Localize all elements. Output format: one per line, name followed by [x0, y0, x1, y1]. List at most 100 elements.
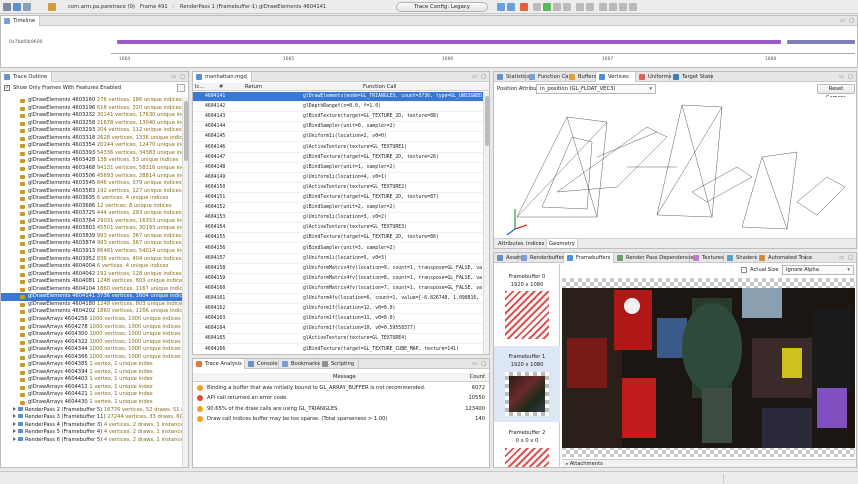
geometry-viewport[interactable] — [497, 97, 855, 237]
expand-icon[interactable] — [13, 436, 16, 441]
tab-buffers[interactable]: Buffers — [566, 72, 596, 82]
analysis-row[interactable]: Draw call indices buffer may be too spar… — [193, 414, 489, 424]
outline-draw-call[interactable]: glDrawElements 4603393 54336 vertices, 3… — [1, 150, 184, 158]
call-row[interactable]: 4604143 glBindTexture(target=GL_TEXTURE_2… — [193, 112, 485, 123]
expand-icon[interactable] — [13, 421, 16, 426]
minimize-icon[interactable]: ▭ — [472, 360, 477, 368]
call-row[interactable]: 4604157 glUniform1i(location=5, v0=3) — [193, 254, 485, 264]
timeline-frame-bar-next[interactable] — [787, 40, 855, 44]
call-row[interactable]: 4604149 glUniform1i(location=4, v0=1) — [193, 173, 485, 183]
minimize-icon[interactable]: ▭ — [839, 73, 844, 81]
tab-target-state[interactable]: Target State — [670, 72, 713, 82]
maximize-icon[interactable]: □ — [849, 17, 854, 25]
outline-draw-call[interactable]: glDrawArrays 4604278 1000 vertices, 1000… — [1, 324, 184, 332]
call-row[interactable]: 4604151 glBindTexture(target=GL_TEXTURE_2… — [193, 193, 485, 204]
tab-timeline[interactable]: Timeline — [1, 16, 41, 26]
maximize-icon[interactable]: □ — [481, 360, 486, 368]
minimize-icon[interactable]: ▭ — [472, 73, 477, 81]
call-row[interactable]: 4604160 glUniformMatrix4fv(location=7, co… — [193, 284, 485, 294]
outline-draw-call[interactable]: glDrawElements 4603428 138 vertices, 53 … — [1, 157, 184, 165]
expand-icon[interactable] — [13, 406, 16, 411]
alpha-select[interactable]: Ignore Alpha ▾ — [782, 265, 854, 275]
call-row[interactable]: 4604161 glUniform4fv(location=6, count=1,… — [193, 294, 485, 305]
outline-draw-call[interactable]: glDrawElements 4603803 45501 vertices, 3… — [1, 225, 184, 233]
outline-draw-call[interactable]: glDrawElements 4603545 846 vertices, 379… — [1, 180, 184, 188]
col-header-function[interactable]: Function Call — [363, 84, 396, 90]
tab-framebuffers[interactable]: Framebuffers — [564, 253, 614, 263]
col-header-count[interactable]: Count — [470, 374, 485, 380]
collapse-all-icon[interactable] — [177, 84, 185, 92]
minimize-icon[interactable]: ▭ — [840, 17, 845, 25]
call-row[interactable]: 4604147 glBindTexture(target=GL_TEXTURE_2… — [193, 153, 485, 163]
outline-draw-call[interactable]: glDrawElements 4603293 204 vertices, 112… — [1, 127, 184, 135]
split-icon[interactable] — [609, 3, 617, 11]
outline-draw-call[interactable]: glDrawArrays 4604366 1000 vertices, 1000… — [1, 354, 184, 362]
analysis-row[interactable]: Binding a buffer that was initially boun… — [193, 383, 489, 393]
next-icon[interactable] — [553, 3, 561, 11]
play-icon[interactable] — [543, 3, 551, 11]
tab-shaders[interactable]: Shaders — [724, 253, 757, 263]
tab-indices[interactable]: Indices — [524, 240, 546, 248]
call-row[interactable]: 4604156 glBindSampler(unit=3, sampler=2) — [193, 244, 485, 254]
breadcrumb-renderpass[interactable]: RenderPass 1 (Framebuffer 1) — [180, 3, 257, 12]
scroll-thumb[interactable] — [184, 101, 188, 161]
tab-console[interactable]: Console — [245, 359, 279, 369]
analysis-row[interactable]: API call returned an error code. 10550 — [193, 393, 489, 403]
outline-draw-call[interactable]: glDrawArrays 4604256 1000 vertices, 1000… — [1, 316, 184, 324]
outline-draw-call[interactable]: glDrawElements 4603506 45693 vertices, 2… — [1, 173, 184, 181]
call-row[interactable]: 4604165 glActiveTexture(texture=GL_TEXTUR… — [193, 334, 485, 345]
tab-geometry[interactable]: Geometry — [546, 239, 578, 248]
analysis-row[interactable]: 90.65% of the draw calls are using GL_TR… — [193, 404, 489, 414]
filter-icon[interactable] — [576, 3, 584, 11]
outline-draw-call[interactable]: glDrawArrays 4604385 1 vertex, 1 unique … — [1, 361, 184, 369]
outline-draw-call[interactable]: glDrawElements 4603232 30141 vertices, 1… — [1, 112, 184, 120]
minimize-icon[interactable]: ▭ — [839, 254, 844, 262]
col-header-message[interactable]: Message — [333, 374, 356, 380]
col-header-return[interactable]: Return — [245, 84, 262, 90]
outline-draw-call[interactable]: glDrawElements 4604141 3736 vertices, 16… — [1, 293, 184, 301]
attachments-section[interactable]: ▸ Attachments — [562, 459, 856, 467]
tab-scripting[interactable]: Scripting — [319, 359, 359, 369]
menu-icon[interactable] — [3, 3, 11, 11]
framebuffer-image[interactable] — [562, 278, 855, 457]
call-row[interactable]: 4604152 glBindSampler(unit=2, sampler=2) — [193, 203, 485, 214]
outline-draw-call[interactable]: glDrawArrays 4604421 1 vertex, 1 unique … — [1, 391, 184, 399]
expand-icon[interactable] — [13, 429, 16, 434]
layout-icon[interactable] — [599, 3, 607, 11]
tab-statistics[interactable]: Statistics — [494, 72, 530, 82]
timeline-frame-bar[interactable] — [117, 40, 781, 44]
outline-draw-call[interactable]: glDrawElements 4603160 276 vertices, 186… — [1, 97, 184, 105]
call-row[interactable]: 4604166 glBindTexture(target=GL_TEXTURE_C… — [193, 345, 485, 354]
step-icon[interactable] — [497, 3, 505, 11]
tab-vertices[interactable]: Vertices — [596, 72, 636, 82]
call-row[interactable]: 4604141 glDrawElements(mode=GL_TRIANGLES,… — [193, 92, 485, 103]
outline-scrollbar[interactable] — [182, 97, 188, 467]
actual-size-checkbox[interactable] — [741, 267, 747, 273]
outline-draw-call[interactable]: glDrawElements 4604104 1860 vertices, 11… — [1, 286, 184, 294]
outline-draw-call[interactable]: glDrawElements 4603583 192 vertices, 127… — [1, 188, 184, 196]
tab-attributes[interactable]: Attributes — [496, 240, 526, 248]
outline-render-pass[interactable]: RenderPass 3 (Framebuffer 11) 27244 vert… — [1, 414, 184, 422]
outline-draw-call[interactable]: glDrawElements 4604180 1248 vertices, 80… — [1, 301, 184, 309]
outline-draw-call[interactable]: glDrawArrays 4604394 1 vertex, 1 unique … — [1, 369, 184, 377]
step-over-icon[interactable] — [507, 3, 515, 11]
outline-draw-call[interactable]: glDrawArrays 4604344 1000 vertices, 1000… — [1, 346, 184, 354]
outline-draw-call[interactable]: glDrawArrays 4604412 1 vertex, 1 unique … — [1, 384, 184, 392]
stop-icon[interactable] — [520, 3, 528, 11]
trace-config-button[interactable]: Trace Config: Legacy — [396, 2, 488, 12]
tab-manhattan[interactable]: manhattan.mgd — [193, 72, 252, 82]
calls-scrollbar[interactable] — [483, 92, 489, 354]
outline-render-pass[interactable]: RenderPass 6 (Framebuffer 5) 4 vertices,… — [1, 436, 184, 445]
filter-checkbox[interactable]: ✓ — [4, 85, 10, 91]
framebuffer-item-selected[interactable]: Framebuffer 1 1920 x 1080 — [494, 346, 560, 422]
outline-render-pass[interactable]: RenderPass 2 (Framebuffer 5) 16776 verti… — [1, 406, 184, 415]
outline-render-pass[interactable]: RenderPass 5 (Framebuffer 4) 4 vertices,… — [1, 429, 184, 437]
call-row[interactable]: 4604155 glBindTexture(target=GL_TEXTURE_2… — [193, 233, 485, 244]
call-row[interactable]: 4604163 glUniform1f(location=11, v0=0.0) — [193, 314, 485, 325]
maximize-icon[interactable]: □ — [180, 73, 185, 81]
tab-bookmarks[interactable]: Bookmarks — [279, 359, 320, 369]
first-icon[interactable] — [533, 3, 541, 11]
reset-camera-button[interactable]: Reset Camera — [817, 84, 855, 101]
outline-draw-call[interactable]: glDrawElements 4603468 94131 vertices, 5… — [1, 165, 184, 173]
call-row[interactable]: 4604164 glUniform1f(location=10, v0=0.595… — [193, 324, 485, 335]
